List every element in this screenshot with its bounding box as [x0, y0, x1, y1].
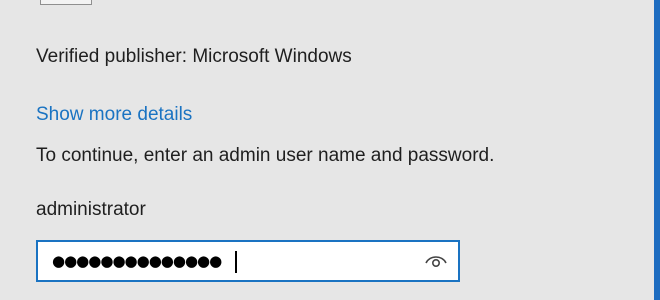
- password-masked-value: ●●●●●●●●●●●●●●: [52, 252, 222, 270]
- credentials-instructions: To continue, enter an admin user name an…: [36, 145, 495, 166]
- text-caret: [235, 251, 237, 273]
- uac-dialog: Verified publisher: Microsoft Windows Sh…: [0, 0, 660, 300]
- verified-publisher-text: Verified publisher: Microsoft Windows: [36, 46, 352, 67]
- show-more-details-link[interactable]: Show more details: [36, 102, 192, 128]
- password-input[interactable]: ●●●●●●●●●●●●●●: [36, 240, 460, 282]
- eye-icon[interactable]: [424, 252, 448, 270]
- app-icon: [40, 0, 92, 5]
- username-label: administrator: [36, 199, 146, 220]
